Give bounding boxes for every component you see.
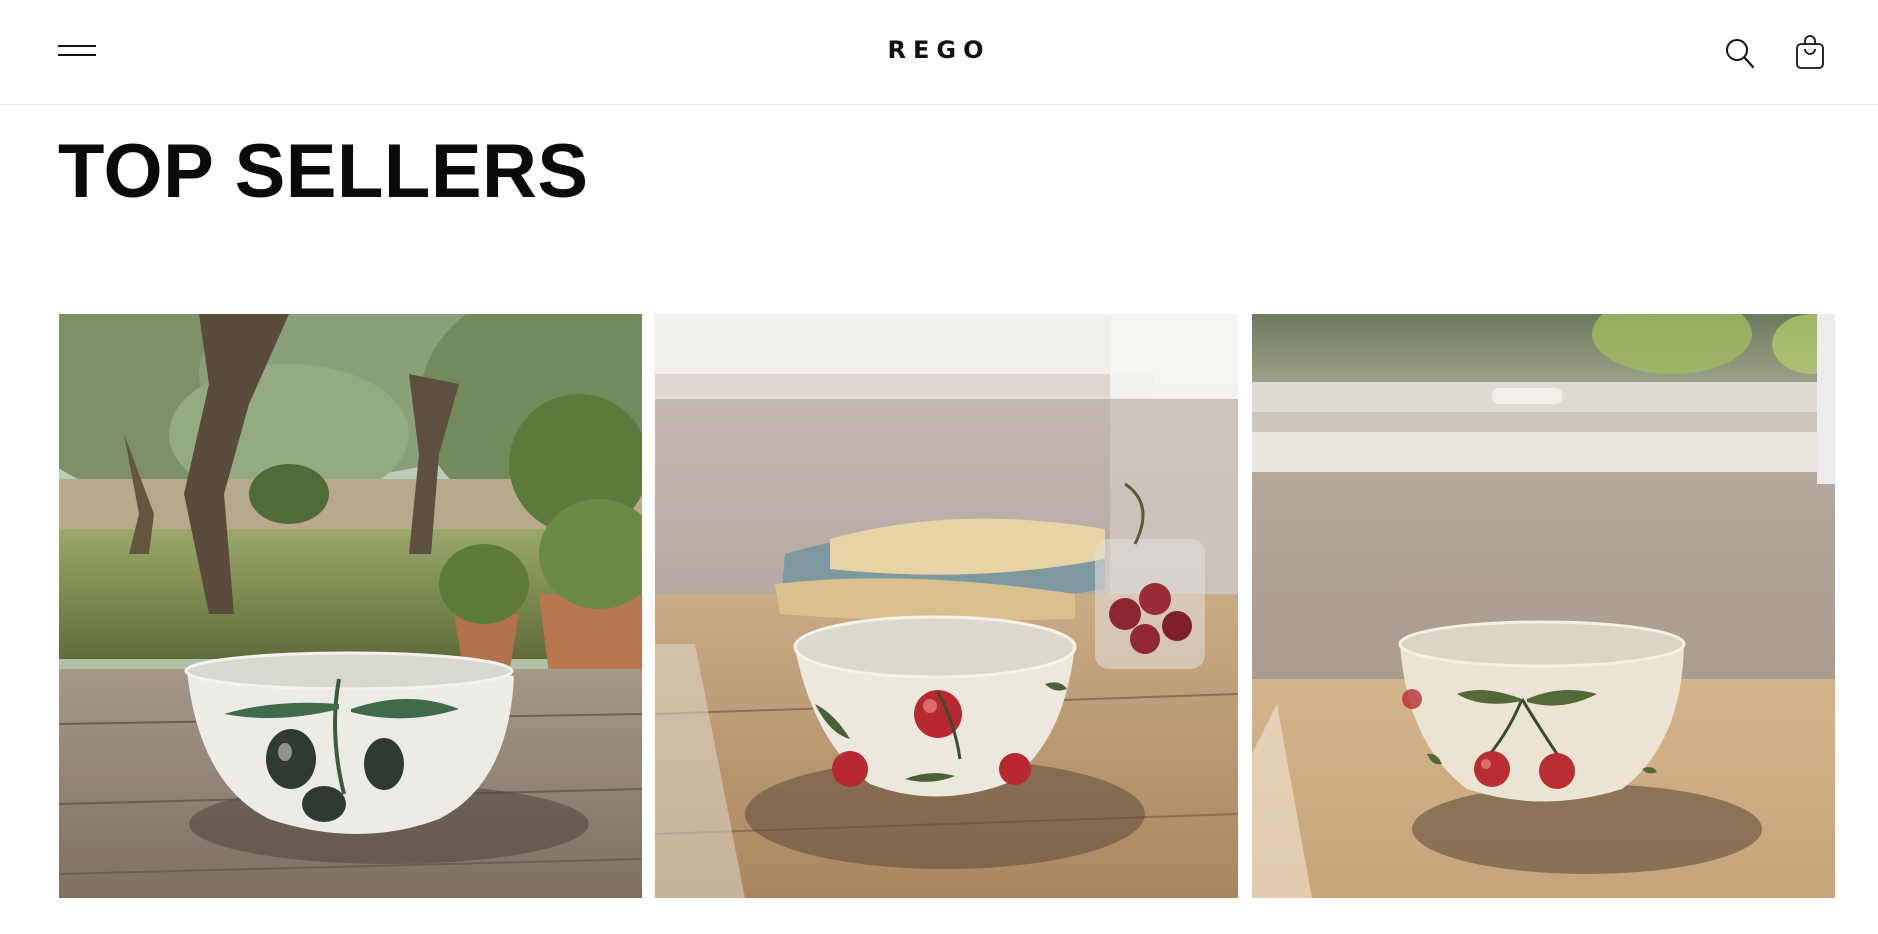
section-title: TOP SELLERS: [58, 129, 589, 214]
product-card-cherry-bowl-window[interactable]: [1252, 314, 1835, 898]
site-logo: REGO: [887, 36, 991, 64]
shopping-bag-icon[interactable]: [1794, 34, 1826, 70]
product-card-olive-bowl[interactable]: [59, 314, 642, 898]
product-image-cherry-bowl-table: [655, 314, 1238, 898]
product-card-cherry-bowl-table[interactable]: [655, 314, 1238, 898]
product-image-cherry-bowl-window: [1252, 314, 1835, 898]
product-image-olive-bowl: [59, 314, 642, 898]
search-icon[interactable]: [1724, 36, 1756, 70]
product-grid: [59, 314, 1836, 898]
site-header: REGO: [0, 0, 1878, 105]
